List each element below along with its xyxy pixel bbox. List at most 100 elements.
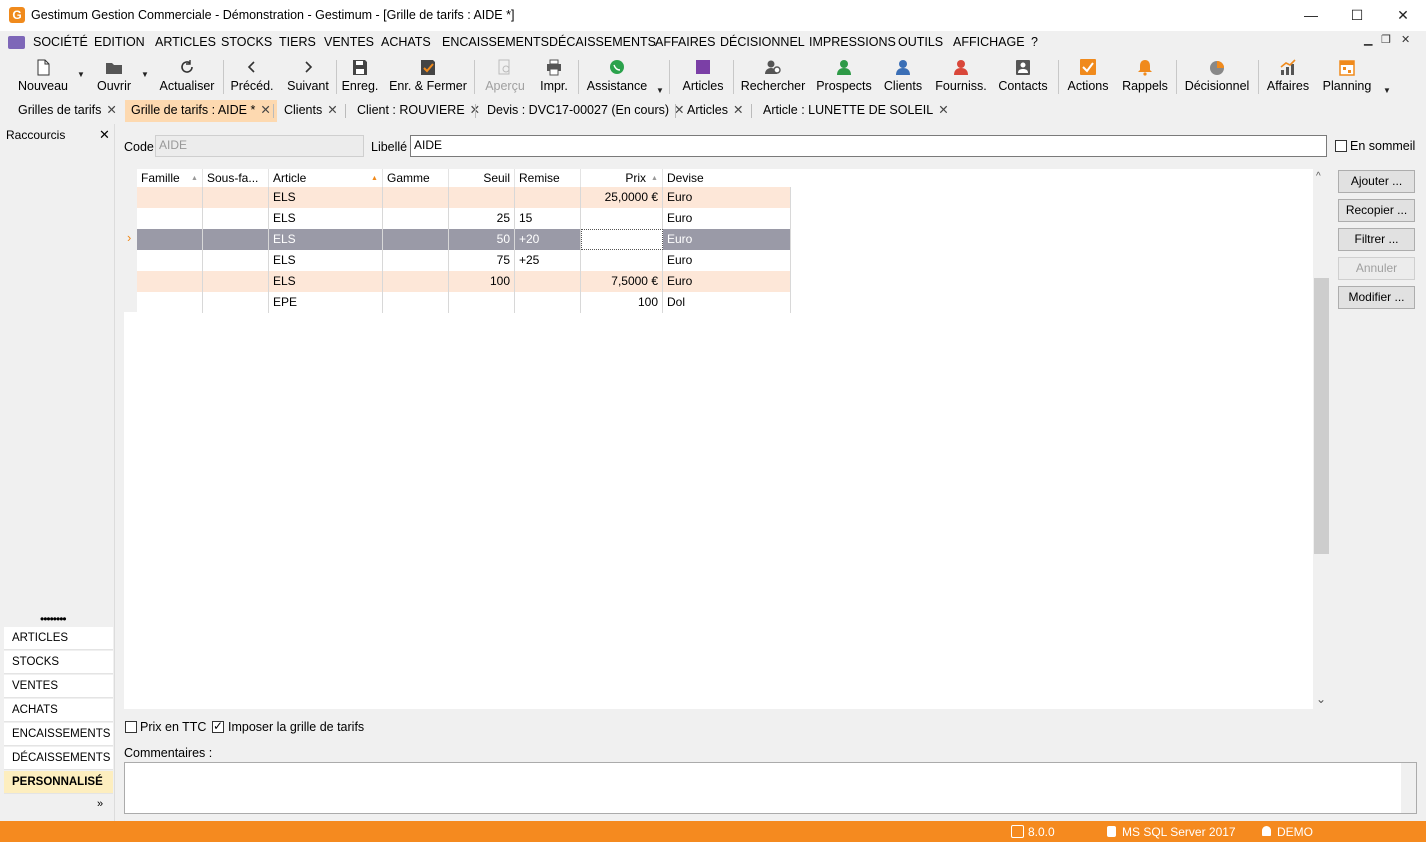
cell-remise[interactable]: +25 [515, 250, 581, 271]
menu-affichage[interactable]: AFFICHAGE [953, 35, 1025, 49]
cell-famille[interactable] [137, 187, 203, 208]
cell-article[interactable]: ELS [269, 229, 383, 250]
cell-remise[interactable] [515, 271, 581, 292]
tab-close-icon[interactable]: ✕ [260, 103, 270, 117]
cell-gamme[interactable] [383, 187, 449, 208]
cell-devise[interactable]: Euro [663, 229, 791, 250]
shortcut-achats[interactable]: ACHATS [4, 699, 113, 722]
cell-article[interactable]: ELS [269, 250, 383, 271]
menu-encaissements[interactable]: ENCAISSEMENTS [442, 35, 549, 49]
menu-ventes[interactable]: VENTES [324, 35, 374, 49]
enregistrer-button[interactable]: Enreg. [340, 57, 380, 97]
cell-famille[interactable] [137, 208, 203, 229]
cell-prix[interactable] [581, 229, 663, 250]
mdi-minimize-button[interactable]: ▁ [1364, 33, 1372, 46]
menu-impressions[interactable]: IMPRESSIONS [809, 35, 896, 49]
table-row[interactable]: ELS 75 +25 Euro [137, 250, 791, 271]
clients-button[interactable]: Clients [882, 57, 924, 97]
assistance-button[interactable]: Assistance [586, 57, 648, 97]
scroll-down-icon[interactable]: ⌄ [1316, 692, 1326, 706]
cell-seuil[interactable]: 100 [449, 271, 515, 292]
menu-tiers[interactable]: TIERS [279, 35, 316, 49]
actualiser-button[interactable]: Actualiser [157, 57, 217, 97]
tab-article-lunette-de-soleil[interactable]: Article : LUNETTE DE SOLEIL ✕ [757, 100, 955, 122]
ouvrir-dropdown-icon[interactable]: ▼ [141, 70, 149, 79]
cell-remise[interactable]: 15 [515, 208, 581, 229]
menu-outils[interactable]: OUTILS [898, 35, 943, 49]
column-header-prix[interactable]: Prix ▲ [581, 169, 663, 187]
affaires-button[interactable]: Affaires [1266, 57, 1310, 97]
tab-close-icon[interactable]: ✕ [938, 103, 948, 117]
cell-sousfa[interactable] [203, 292, 269, 313]
precedent-button[interactable]: Précéd. [230, 57, 274, 97]
cell-prix[interactable] [581, 208, 663, 229]
cell-gamme[interactable] [383, 250, 449, 271]
contacts-button[interactable]: Contacts [997, 57, 1049, 97]
cell-sousfa[interactable] [203, 250, 269, 271]
fournisseurs-button[interactable]: Fourniss. [934, 57, 988, 97]
cell-devise[interactable]: Euro [663, 250, 791, 271]
cell-seuil[interactable]: 75 [449, 250, 515, 271]
toolbar-more-icon[interactable]: ▼ [1383, 86, 1391, 95]
cell-remise[interactable] [515, 292, 581, 313]
minimize-button[interactable]: — [1288, 0, 1334, 31]
shortcut-encaissements[interactable]: ENCAISSEMENTS [4, 723, 113, 746]
shortcut-personnalise[interactable]: PERSONNALISÉ [4, 771, 113, 794]
table-row[interactable]: ELS 100 7,5000 € Euro [137, 271, 791, 292]
cell-article[interactable]: ELS [269, 271, 383, 292]
cell-sousfa[interactable] [203, 229, 269, 250]
cell-article[interactable]: ELS [269, 187, 383, 208]
modifier-button[interactable]: Modifier ... [1338, 286, 1415, 309]
recopier-button[interactable]: Recopier ... [1338, 199, 1415, 222]
shortcut-stocks[interactable]: STOCKS [4, 651, 113, 674]
tab-clients[interactable]: Clients ✕ [278, 100, 344, 122]
tab-close-icon[interactable]: ✕ [327, 103, 337, 117]
mdi-restore-button[interactable]: ❐ [1381, 33, 1391, 46]
actions-button[interactable]: Actions [1065, 57, 1111, 97]
tab-client-rouviere[interactable]: Client : ROUVIERE✕ [351, 100, 486, 122]
cell-devise[interactable]: Dol [663, 292, 791, 313]
close-window-button[interactable]: ✕ [1380, 0, 1426, 31]
apercu-button[interactable]: Aperçu [483, 57, 527, 97]
menu-decaissements[interactable]: DÉCAISSEMENTS [549, 35, 656, 49]
maximize-button[interactable]: ☐ [1334, 0, 1380, 31]
cell-prix[interactable]: 25,0000 € [581, 187, 663, 208]
app-menu-icon[interactable] [8, 36, 25, 49]
mdi-close-button[interactable]: ✕ [1401, 33, 1410, 46]
cell-article[interactable]: ELS [269, 208, 383, 229]
tab-devis-dvc17-00027[interactable]: Devis : DVC17-00027 (En cours) ✕ [481, 100, 691, 122]
column-header-article[interactable]: Article ▲ [269, 169, 383, 187]
prix-ttc-checkbox[interactable] [125, 721, 137, 733]
cell-seuil[interactable]: 25 [449, 208, 515, 229]
more-shortcuts-icon[interactable]: » [97, 798, 103, 810]
menu-articles[interactable]: ARTICLES [155, 35, 216, 49]
rappels-button[interactable]: Rappels [1121, 57, 1169, 97]
menu-achats[interactable]: ACHATS [381, 35, 431, 49]
cell-prix[interactable]: 100 [581, 292, 663, 313]
cell-famille[interactable] [137, 271, 203, 292]
cell-devise[interactable]: Euro [663, 271, 791, 292]
suivant-button[interactable]: Suivant [285, 57, 331, 97]
tab-grille-aide[interactable]: Grille de tarifs : AIDE * ✕ [125, 100, 277, 122]
column-header-sous-famille[interactable]: Sous-fa... [203, 169, 269, 187]
cell-devise[interactable]: Euro [663, 187, 791, 208]
scroll-up-icon[interactable]: ^ [1316, 171, 1321, 182]
cell-gamme[interactable] [383, 229, 449, 250]
cell-gamme[interactable] [383, 208, 449, 229]
commentaires-textarea[interactable] [124, 762, 1417, 814]
prospects-button[interactable]: Prospects [815, 57, 873, 97]
cell-sousfa[interactable] [203, 208, 269, 229]
scrollbar-thumb[interactable] [1314, 278, 1329, 554]
shortcut-ventes[interactable]: VENTES [4, 675, 113, 698]
menu-stocks[interactable]: STOCKS [221, 35, 272, 49]
filtrer-button[interactable]: Filtrer ... [1338, 228, 1415, 251]
cell-remise[interactable]: +20 [515, 229, 581, 250]
menu-societe[interactable]: SOCIÉTÉ [33, 35, 88, 49]
table-row[interactable]: ELS 25,0000 € Euro [137, 187, 791, 208]
libelle-field[interactable]: AIDE [410, 135, 1327, 157]
tab-grilles-de-tarifs[interactable]: Grilles de tarifs ✕ [12, 100, 123, 122]
table-row[interactable]: ELS 50 +20 Euro [137, 229, 791, 250]
cell-gamme[interactable] [383, 271, 449, 292]
enregistrer-fermer-button[interactable]: Enr. & Fermer [389, 57, 467, 97]
table-row[interactable]: EPE 100 Dol [137, 292, 791, 313]
